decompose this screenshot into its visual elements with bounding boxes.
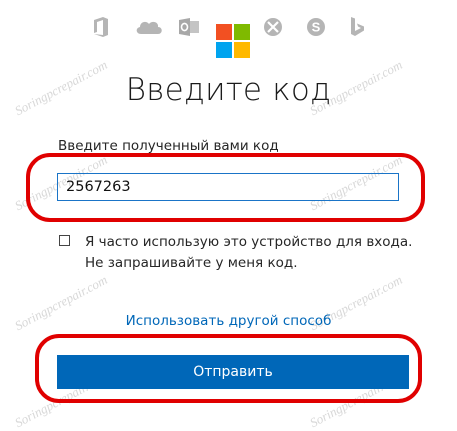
svg-text:S: S (312, 20, 321, 35)
onedrive-icon[interactable] (132, 14, 166, 40)
use-other-method-link[interactable]: Использовать другой способ (0, 313, 457, 329)
outlook-icon[interactable] (176, 14, 202, 40)
xbox-icon[interactable] (260, 14, 286, 40)
product-icon-bar: S (0, 14, 457, 58)
remember-device-label: Я часто использую это устройство для вхо… (85, 234, 413, 271)
code-input[interactable] (57, 173, 399, 201)
bing-icon[interactable] (344, 14, 370, 40)
office-icon[interactable] (88, 14, 114, 40)
page-title: Введите код (125, 72, 332, 108)
send-button[interactable]: Отправить (57, 355, 409, 389)
code-field-label: Введите полученный вами код (58, 138, 279, 154)
skype-icon[interactable]: S (303, 14, 329, 40)
microsoft-logo (216, 24, 250, 58)
remember-device-checkbox[interactable] (59, 235, 70, 246)
